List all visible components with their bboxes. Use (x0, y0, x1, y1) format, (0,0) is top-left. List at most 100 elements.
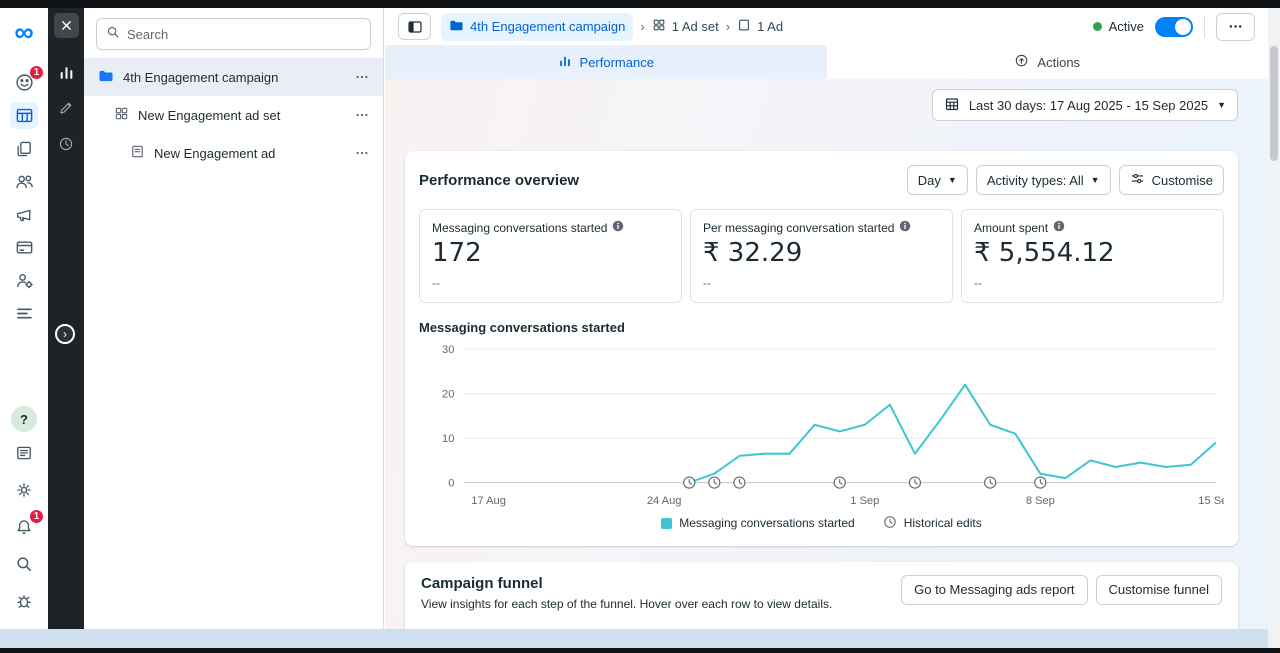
dropdown-label: Activity types: All (987, 173, 1084, 188)
bug-report-icon[interactable] (10, 587, 38, 614)
search-input[interactable] (127, 27, 361, 42)
notifications-bell-icon[interactable]: 1 (10, 513, 38, 540)
chevron-down-icon: ▼ (948, 175, 957, 185)
chevron-right-icon: › (640, 19, 644, 34)
tree-item-label: New Engagement ad (154, 146, 340, 161)
expand-panel-chevron-icon[interactable]: › (55, 324, 75, 344)
funnel-title: Campaign funnel (421, 575, 832, 592)
edit-pencil-icon[interactable] (54, 96, 78, 120)
day-granularity-dropdown[interactable]: Day ▼ (907, 165, 968, 195)
user-settings-icon[interactable] (10, 267, 38, 294)
toggle-sidebar-icon[interactable] (398, 13, 431, 40)
history-clock-icon[interactable] (54, 132, 78, 156)
pages-icon[interactable] (10, 135, 38, 162)
main-header: 4th Engagement campaign › 1 Ad set › 1 A… (385, 8, 1268, 45)
date-filter-row: Last 30 days: 17 Aug 2025 - 15 Sep 2025 … (385, 89, 1268, 121)
historical-edit-clock-icon (883, 515, 897, 532)
tab-performance[interactable]: Performance (385, 45, 827, 79)
meta-logo[interactable]: ∞ (10, 19, 38, 46)
bottom-strip (0, 629, 1268, 648)
info-icon[interactable] (612, 220, 624, 235)
chevron-down-icon: ▼ (1091, 175, 1100, 185)
svg-text:0: 0 (448, 478, 454, 490)
tab-actions[interactable]: Actions (827, 45, 1269, 79)
legend-label: Messaging conversations started (679, 516, 854, 530)
tree-item-campaign[interactable]: 4th Engagement campaign (84, 58, 383, 96)
metric-cards: Messaging conversations started 172 -- P… (419, 209, 1224, 303)
settings-gear-icon[interactable] (10, 476, 38, 503)
messaging-ads-report-button[interactable]: Go to Messaging ads report (901, 575, 1087, 605)
customise-funnel-button[interactable]: Customise funnel (1096, 575, 1222, 605)
ads-manager-screen: ∞ 1 ? (0, 0, 1280, 653)
svg-text:24 Aug: 24 Aug (647, 495, 682, 507)
calendar-icon (944, 96, 960, 115)
status-label: Active (1109, 19, 1144, 34)
funnel-buttons: Go to Messaging ads report Customise fun… (901, 575, 1222, 605)
tree-item-label: 4th Engagement campaign (123, 70, 340, 85)
legend-label: Historical edits (904, 516, 982, 530)
bar-chart-icon (558, 54, 572, 71)
account-icon[interactable]: 1 (10, 69, 38, 96)
info-icon[interactable] (1053, 220, 1065, 235)
compass-arrow-icon (1014, 53, 1029, 71)
customise-button[interactable]: Customise (1119, 165, 1224, 195)
metric-amount-spent: Amount spent ₹ 5,554.12 -- (961, 209, 1224, 303)
metric-label: Per messaging conversation started (703, 221, 894, 235)
search-rail-icon[interactable] (10, 550, 38, 577)
metric-value: ₹ 32.29 (703, 238, 940, 268)
tree-item-ad[interactable]: New Engagement ad (84, 134, 383, 172)
svg-text:8 Sep: 8 Sep (1026, 495, 1055, 507)
breadcrumb-campaign[interactable]: 4th Engagement campaign (441, 13, 633, 41)
tree-item-adset[interactable]: New Engagement ad set (84, 96, 383, 134)
card-controls: Day ▼ Activity types: All ▼ Customise (907, 165, 1224, 195)
date-range-button[interactable]: Last 30 days: 17 Aug 2025 - 15 Sep 2025 … (932, 89, 1238, 121)
more-icon[interactable] (349, 146, 375, 160)
dropdown-label: Day (918, 173, 941, 188)
window-bottom-bar (0, 648, 1280, 653)
more-icon[interactable] (349, 70, 375, 84)
global-nav-rail: ∞ 1 ? (0, 8, 48, 629)
view-tabs: Performance Actions (385, 45, 1268, 79)
more-icon[interactable] (349, 108, 375, 122)
content-scroll-area: Last 30 days: 17 Aug 2025 - 15 Sep 2025 … (385, 79, 1268, 629)
adset-grid-icon (652, 18, 666, 35)
side-tool-rail (48, 8, 84, 629)
sidebar-search-wrap (84, 8, 383, 58)
campaign-tree-sidebar: 4th Engagement campaign New Engagement a… (84, 8, 384, 629)
breadcrumb-ad[interactable]: 1 Ad (737, 18, 783, 35)
breadcrumb-label: 1 Ad (757, 19, 783, 34)
info-icon[interactable] (899, 220, 911, 235)
billing-icon[interactable] (10, 234, 38, 261)
updates-icon[interactable] (10, 439, 38, 466)
date-range-label: Last 30 days: 17 Aug 2025 - 15 Sep 2025 (969, 98, 1208, 113)
close-icon[interactable] (54, 13, 79, 38)
tab-label: Actions (1037, 55, 1080, 70)
svg-text:1 Sep: 1 Sep (850, 495, 879, 507)
metric-messaging-conversations: Messaging conversations started 172 -- (419, 209, 682, 303)
audiences-icon[interactable] (10, 168, 38, 195)
toggle-knob (1175, 19, 1191, 35)
more-options-button[interactable] (1216, 13, 1255, 41)
charts-view-icon[interactable] (54, 60, 78, 84)
help-icon[interactable]: ? (11, 406, 37, 432)
campaigns-table-icon[interactable] (10, 102, 38, 129)
vertical-scrollbar[interactable] (1268, 8, 1280, 648)
metric-value: ₹ 5,554.12 (974, 238, 1211, 268)
activity-types-dropdown[interactable]: Activity types: All ▼ (976, 165, 1111, 195)
metric-value: 172 (432, 238, 669, 268)
breadcrumb-adset[interactable]: 1 Ad set (652, 18, 719, 35)
tab-label: Performance (580, 55, 654, 70)
chevron-down-icon: ▼ (1217, 100, 1226, 110)
campaign-toggle[interactable] (1155, 17, 1193, 37)
sidebar-search-box[interactable] (96, 18, 371, 50)
metric-secondary: -- (432, 276, 669, 290)
card-title: Performance overview (419, 172, 579, 189)
tree-item-label: New Engagement ad set (138, 108, 340, 123)
scrollbar-thumb[interactable] (1270, 46, 1278, 161)
metric-label: Amount spent (974, 221, 1048, 235)
metric-secondary: -- (703, 276, 940, 290)
all-tools-icon[interactable] (10, 300, 38, 327)
window-top-bar (0, 0, 1280, 8)
ads-megaphone-icon[interactable] (10, 201, 38, 228)
folder-icon (449, 18, 464, 36)
